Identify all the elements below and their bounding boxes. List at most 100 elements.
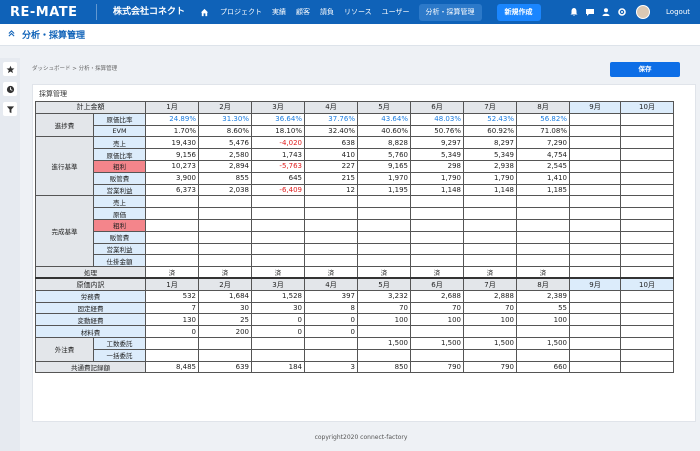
value-cell[interactable] — [569, 195, 621, 209]
value-cell[interactable]: 24.89% — [145, 112, 199, 126]
value-cell[interactable] — [410, 195, 464, 209]
value-cell[interactable] — [304, 218, 358, 232]
value-cell[interactable] — [410, 230, 464, 244]
value-cell[interactable] — [620, 112, 674, 126]
value-cell[interactable]: 397 — [304, 289, 358, 303]
value-cell[interactable] — [198, 336, 252, 350]
value-cell[interactable] — [620, 218, 674, 232]
value-cell[interactable] — [620, 159, 674, 173]
nav-results[interactable]: 実績 — [267, 7, 291, 17]
value-cell[interactable] — [569, 124, 621, 138]
value-cell[interactable]: 32.40% — [304, 124, 358, 138]
value-cell[interactable] — [145, 230, 199, 244]
value-cell[interactable]: 2,938 — [463, 159, 517, 173]
value-cell[interactable] — [304, 195, 358, 209]
value-cell[interactable] — [620, 360, 674, 374]
value-cell[interactable]: 7 — [145, 301, 199, 315]
value-cell[interactable] — [569, 230, 621, 244]
logout-link[interactable]: Logout — [666, 8, 690, 16]
value-cell[interactable]: 19,430 — [145, 136, 199, 150]
value-cell[interactable] — [410, 325, 464, 338]
value-cell[interactable]: 4,754 — [516, 148, 570, 161]
value-cell[interactable] — [198, 207, 252, 220]
value-cell[interactable] — [620, 242, 674, 256]
value-cell[interactable] — [357, 254, 411, 268]
value-cell[interactable] — [620, 207, 674, 220]
collapse-icon[interactable] — [4, 30, 18, 39]
value-cell[interactable]: 100 — [463, 313, 517, 327]
value-cell[interactable] — [569, 266, 621, 279]
value-cell[interactable]: 0 — [145, 325, 199, 338]
value-cell[interactable] — [198, 242, 252, 256]
value-cell[interactable]: 8,828 — [357, 136, 411, 150]
value-cell[interactable] — [251, 230, 305, 244]
value-cell[interactable] — [569, 148, 621, 161]
value-cell[interactable]: 1,500 — [516, 336, 570, 350]
value-cell[interactable]: 済 — [251, 266, 305, 279]
value-cell[interactable] — [620, 230, 674, 244]
value-cell[interactable]: 6,373 — [145, 183, 199, 197]
value-cell[interactable]: 0 — [251, 313, 305, 327]
value-cell[interactable] — [569, 159, 621, 173]
value-cell[interactable]: 532 — [145, 289, 199, 303]
value-cell[interactable] — [620, 336, 674, 350]
value-cell[interactable] — [410, 207, 464, 220]
value-cell[interactable]: 36.64% — [251, 112, 305, 126]
value-cell[interactable] — [357, 195, 411, 209]
value-cell[interactable] — [569, 336, 621, 350]
value-cell[interactable] — [516, 195, 570, 209]
value-cell[interactable]: 130 — [145, 313, 199, 327]
value-cell[interactable] — [145, 336, 199, 350]
value-cell[interactable]: 184 — [251, 360, 305, 374]
value-cell[interactable] — [463, 207, 517, 220]
nav-projects[interactable]: プロジェクト — [215, 7, 267, 17]
value-cell[interactable] — [145, 254, 199, 268]
value-cell[interactable]: 1.70% — [145, 124, 199, 138]
avatar[interactable] — [636, 5, 651, 19]
value-cell[interactable] — [198, 195, 252, 209]
value-cell[interactable]: 56.82% — [516, 112, 570, 126]
value-cell[interactable]: 790 — [463, 360, 517, 374]
value-cell[interactable]: 1,148 — [410, 183, 464, 197]
value-cell[interactable]: 1,148 — [463, 183, 517, 197]
save-button[interactable]: 保存 — [610, 62, 680, 77]
value-cell[interactable]: 100 — [357, 313, 411, 327]
value-cell[interactable]: 100 — [410, 313, 464, 327]
value-cell[interactable]: 60.92% — [463, 124, 517, 138]
value-cell[interactable]: 3,900 — [145, 171, 199, 185]
value-cell[interactable] — [620, 301, 674, 315]
value-cell[interactable] — [516, 254, 570, 268]
value-cell[interactable] — [516, 325, 570, 338]
value-cell[interactable]: 71.08% — [516, 124, 570, 138]
value-cell[interactable]: 2,038 — [198, 183, 252, 197]
value-cell[interactable]: 48.03% — [410, 112, 464, 126]
value-cell[interactable]: 52.43% — [463, 112, 517, 126]
value-cell[interactable]: 5,349 — [463, 148, 517, 161]
value-cell[interactable] — [357, 207, 411, 220]
value-cell[interactable]: 25 — [198, 313, 252, 327]
value-cell[interactable] — [569, 136, 621, 150]
value-cell[interactable] — [251, 195, 305, 209]
value-cell[interactable]: 638 — [304, 136, 358, 150]
breadcrumb[interactable]: ダッシュボード > 分析・採算管理 — [32, 64, 117, 72]
value-cell[interactable] — [569, 325, 621, 338]
value-cell[interactable]: 1,500 — [463, 336, 517, 350]
value-cell[interactable]: 5,349 — [410, 148, 464, 161]
value-cell[interactable] — [145, 207, 199, 220]
value-cell[interactable] — [620, 289, 674, 303]
value-cell[interactable]: 済 — [145, 266, 199, 279]
value-cell[interactable] — [620, 171, 674, 185]
value-cell[interactable] — [251, 207, 305, 220]
value-cell[interactable]: 済 — [516, 266, 570, 279]
value-cell[interactable]: 855 — [198, 171, 252, 185]
value-cell[interactable] — [620, 136, 674, 150]
value-cell[interactable] — [516, 348, 570, 362]
value-cell[interactable] — [463, 230, 517, 244]
value-cell[interactable] — [620, 183, 674, 197]
value-cell[interactable] — [463, 218, 517, 232]
value-cell[interactable] — [569, 207, 621, 220]
value-cell[interactable]: 済 — [357, 266, 411, 279]
value-cell[interactable]: -6,409 — [251, 183, 305, 197]
value-cell[interactable] — [463, 325, 517, 338]
value-cell[interactable]: 1,790 — [410, 171, 464, 185]
